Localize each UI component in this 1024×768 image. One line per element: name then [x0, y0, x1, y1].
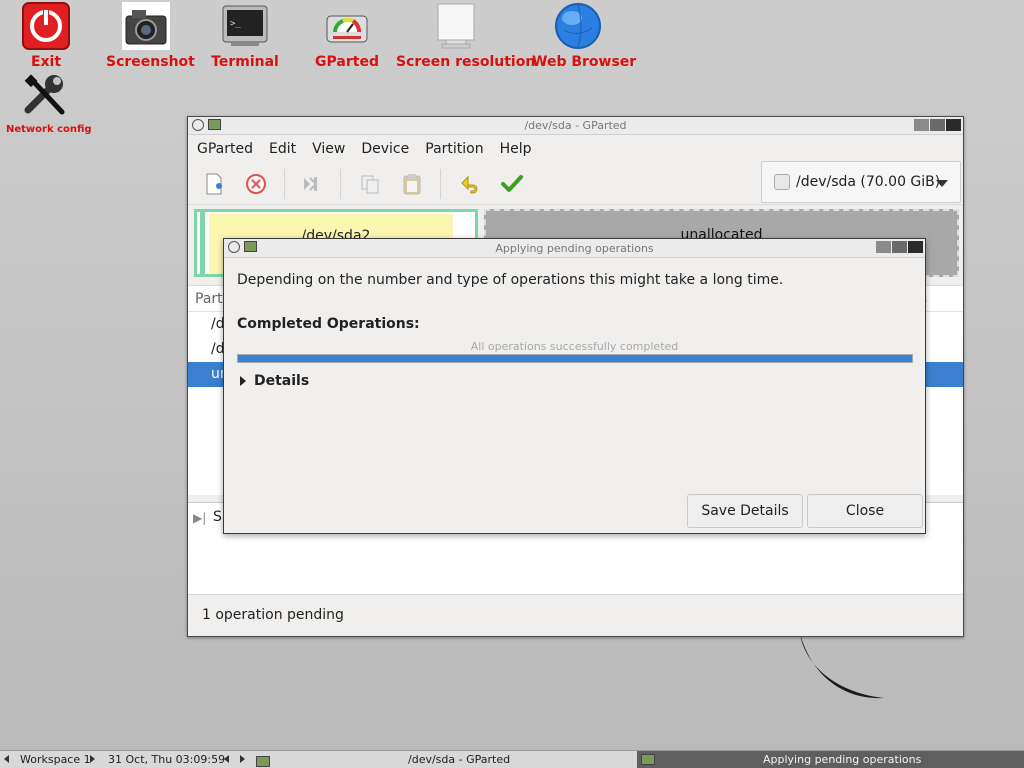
- menu-gparted[interactable]: GParted: [191, 141, 259, 157]
- dialog-message: Depending on the number and type of oper…: [237, 272, 784, 288]
- dialog-titlebar[interactable]: Applying pending operations: [224, 239, 925, 258]
- monitor-icon: [432, 2, 480, 50]
- app-icon: [208, 119, 221, 130]
- desktop-icon-label: Exit: [30, 54, 62, 70]
- globe-icon: [554, 2, 602, 50]
- desktop-icon-label: Terminal: [211, 54, 279, 70]
- desktop-icon-network-config[interactable]: Network config: [6, 72, 92, 135]
- delete-partition-icon[interactable]: [244, 172, 268, 196]
- apply-icon[interactable]: [500, 172, 524, 196]
- pane-expand-icon[interactable]: ▶|: [193, 511, 206, 525]
- desktop-icon-screenshot[interactable]: Screenshot: [106, 2, 195, 70]
- desktop-icon-web-browser[interactable]: Web Browser: [532, 2, 637, 70]
- minimize-button[interactable]: [914, 119, 929, 131]
- taskbar: Workspace 1 31 Oct, Thu 03:09:59 /dev/sd…: [0, 750, 1024, 768]
- desktop-icon-gparted[interactable]: GParted: [312, 2, 382, 70]
- menu-view[interactable]: View: [306, 141, 351, 157]
- desktop-icon-label: Screenshot: [106, 54, 195, 70]
- menu-help[interactable]: Help: [494, 141, 538, 157]
- menubar: GParted Edit View Device Partition Help: [188, 135, 963, 163]
- details-expander[interactable]: Details: [240, 373, 309, 389]
- desktop-icon-label: Web Browser: [532, 54, 637, 70]
- maximize-button[interactable]: [930, 119, 945, 131]
- desktop-icon-exit[interactable]: Exit: [18, 2, 74, 70]
- resize-move-icon[interactable]: [300, 172, 324, 196]
- copy-icon[interactable]: [358, 172, 382, 196]
- menu-edit[interactable]: Edit: [263, 141, 302, 157]
- disk-icon: [774, 174, 790, 190]
- close-window-button[interactable]: [946, 119, 961, 131]
- progress-fill: [238, 355, 912, 362]
- progress-bar: [237, 354, 913, 363]
- task-next-icon[interactable]: [240, 753, 245, 767]
- close-window-button[interactable]: [908, 241, 923, 253]
- camera-icon: [122, 2, 170, 50]
- status-bar: 1 operation pending: [188, 594, 963, 636]
- menu-device[interactable]: Device: [355, 141, 415, 157]
- close-button[interactable]: Close: [807, 494, 923, 528]
- workspace-next-icon[interactable]: [90, 753, 95, 767]
- app-icon: [244, 241, 257, 252]
- debian-swirl-decoration: [800, 634, 884, 699]
- menu-partition[interactable]: Partition: [419, 141, 489, 157]
- apply-operations-dialog: Applying pending operations Depending on…: [223, 238, 926, 534]
- minimize-button[interactable]: [876, 241, 891, 253]
- power-icon: [22, 2, 70, 50]
- window-title: /dev/sda - GParted: [524, 119, 627, 132]
- task-gparted[interactable]: /dev/sda - GParted: [408, 753, 510, 767]
- wrench-screwdriver-icon: [22, 72, 70, 120]
- details-label: Details: [254, 373, 310, 389]
- operations-status-text: All operations successfully completed: [470, 340, 679, 353]
- desktop-icon-terminal[interactable]: >_ Terminal: [210, 2, 280, 70]
- task-applying-operations[interactable]: Applying pending operations: [637, 751, 1024, 768]
- completed-operations-label: Completed Operations:: [237, 316, 420, 332]
- app-icon: [641, 754, 655, 765]
- workspace-label: Workspace 1: [20, 753, 91, 766]
- save-details-button[interactable]: Save Details: [687, 494, 803, 528]
- expander-arrow-icon: [240, 376, 246, 386]
- device-selector[interactable]: /dev/sda (70.00 GiB): [761, 161, 961, 203]
- disk-gauge-icon: [323, 2, 371, 50]
- toolbar: /dev/sda (70.00 GiB): [188, 161, 963, 205]
- desktop-icon-label: Network config: [6, 124, 92, 135]
- maximize-button[interactable]: [892, 241, 907, 253]
- new-partition-icon[interactable]: [202, 172, 226, 196]
- desktop-icon-label: Screen resolution: [396, 54, 536, 70]
- paste-icon[interactable]: [400, 172, 424, 196]
- task-prev-icon[interactable]: [224, 753, 229, 767]
- dialog-title: Applying pending operations: [495, 242, 654, 255]
- svg-text:>_: >_: [230, 19, 241, 29]
- window-menu-icon[interactable]: [192, 119, 204, 131]
- undo-icon[interactable]: [458, 172, 482, 196]
- window-titlebar[interactable]: /dev/sda - GParted: [188, 117, 963, 135]
- device-selector-label: /dev/sda (70.00 GiB): [796, 174, 941, 190]
- window-menu-icon[interactable]: [228, 241, 240, 253]
- desktop-icon-screen-resolution[interactable]: Screen resolution: [396, 2, 536, 70]
- chevron-down-icon: [936, 180, 948, 187]
- app-icon: [256, 754, 270, 768]
- terminal-icon: >_: [221, 2, 269, 50]
- task-active-label: Applying pending operations: [763, 753, 922, 766]
- workspace-prev-icon[interactable]: [4, 753, 9, 767]
- desktop-icon-label: GParted: [315, 54, 379, 70]
- clock: 31 Oct, Thu 03:09:59: [108, 753, 226, 766]
